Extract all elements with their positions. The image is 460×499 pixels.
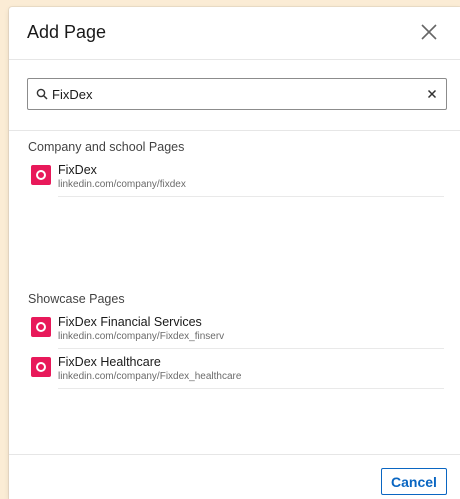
close-button[interactable] (418, 21, 440, 43)
company-section-heading: Company and school Pages (28, 140, 185, 154)
page-url: linkedin.com/company/Fixdex_finserv (58, 331, 225, 342)
modal-header: Add Page (9, 7, 460, 59)
showcase-section-heading: Showcase Pages (28, 292, 125, 306)
page-item-fixdex-financial-services[interactable]: FixDex Financial Services linkedin.com/c… (29, 315, 444, 349)
page-name: FixDex Financial Services (58, 315, 202, 329)
page-url: linkedin.com/company/Fixdex_healthcare (58, 371, 242, 382)
clear-icon[interactable] (426, 88, 438, 100)
page-name: FixDex (58, 163, 97, 177)
search-divider (9, 130, 460, 131)
header-divider (9, 59, 460, 60)
page-url: linkedin.com/company/fixdex (58, 179, 186, 190)
page-item-fixdex[interactable]: FixDex linkedin.com/company/fixdex (29, 163, 444, 197)
item-divider (58, 348, 444, 349)
search-icon (36, 88, 48, 100)
company-logo-icon (31, 357, 51, 377)
company-logo-icon (31, 165, 51, 185)
item-divider (58, 196, 444, 197)
page-item-fixdex-healthcare[interactable]: FixDex Healthcare linkedin.com/company/F… (29, 355, 444, 389)
page-name: FixDex Healthcare (58, 355, 161, 369)
close-icon (421, 24, 437, 40)
footer-divider (9, 454, 460, 455)
search-input[interactable] (52, 85, 422, 103)
add-page-modal: Add Page Company and school Pages FixDex… (9, 7, 460, 499)
cancel-button[interactable]: Cancel (381, 468, 447, 495)
item-divider (58, 388, 444, 389)
company-logo-icon (31, 317, 51, 337)
modal-title: Add Page (27, 22, 107, 42)
search-box[interactable] (27, 78, 447, 110)
